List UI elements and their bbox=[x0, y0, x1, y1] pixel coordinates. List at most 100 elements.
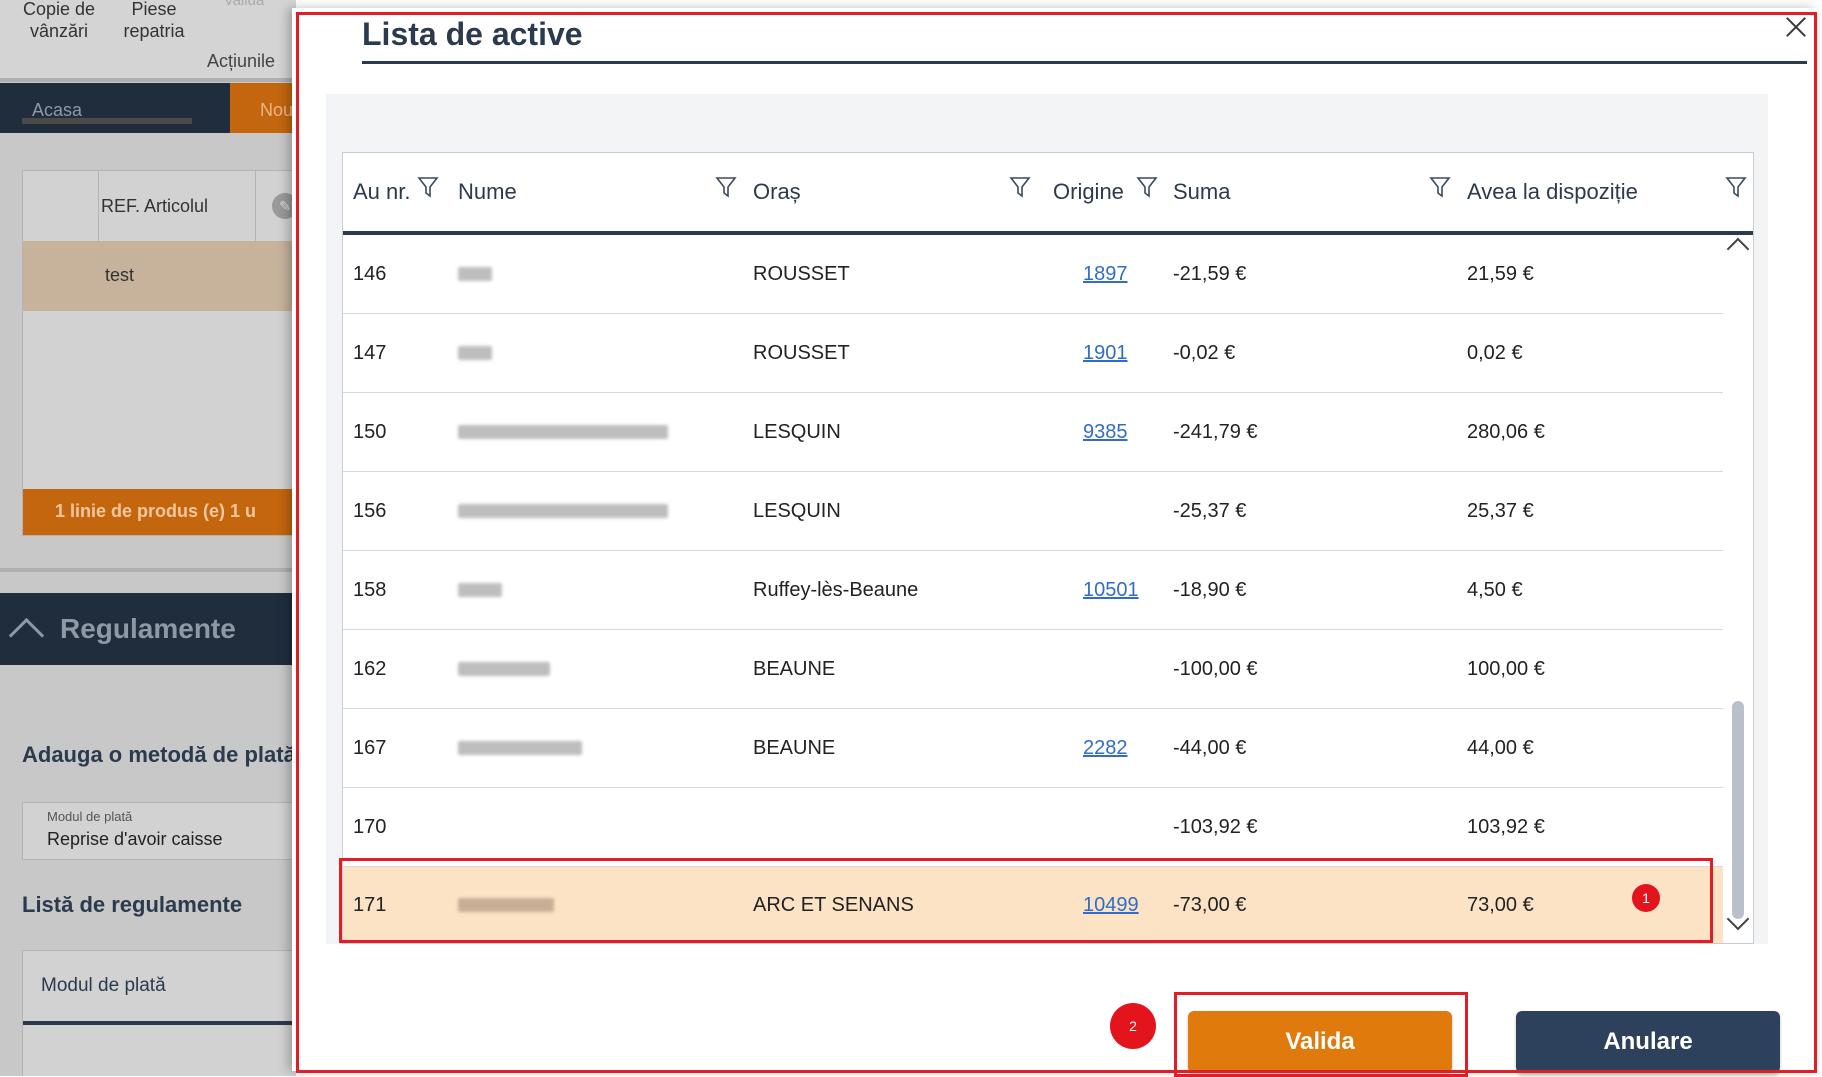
add-payment-method-title: Adauga o metodă de plată bbox=[22, 742, 296, 767]
filter-icon[interactable] bbox=[417, 175, 439, 199]
cell-name-redacted bbox=[458, 551, 502, 629]
cell-city: LESQUIN bbox=[753, 420, 841, 443]
cell-sum: -0,02 € bbox=[1173, 341, 1236, 364]
ref-column-header[interactable]: REF. Articolul bbox=[101, 196, 208, 217]
filter-icon[interactable] bbox=[1429, 175, 1451, 199]
column-header-origine[interactable]: Origine bbox=[1053, 153, 1133, 231]
cell-nr: 171 bbox=[353, 893, 387, 916]
cell-nr: 170 bbox=[353, 815, 387, 838]
column-header-suma-label: Suma bbox=[1173, 179, 1231, 204]
cell-city: BEAUNE bbox=[753, 736, 836, 759]
cell-origin[interactable]: 1897 bbox=[1083, 235, 1128, 313]
cell-nr: 150 bbox=[353, 420, 387, 443]
column-header-origine-label: Origine bbox=[1053, 179, 1124, 204]
column-header-oras[interactable]: Oraș bbox=[753, 153, 953, 231]
anulare-button[interactable]: Anulare bbox=[1516, 1011, 1780, 1073]
cell-origin[interactable]: 1901 bbox=[1083, 314, 1128, 392]
articles-footer: 1 linie de produs (e) 1 u bbox=[23, 489, 296, 535]
chevron-down-icon[interactable] bbox=[1726, 907, 1750, 931]
chevron-up-icon[interactable] bbox=[1726, 237, 1750, 261]
table-row[interactable]: 147 ROUSSET 1901 -0,02 € 0,02 € bbox=[343, 314, 1723, 394]
article-ref-value: test bbox=[105, 265, 135, 285]
nav-tab-new[interactable]: Nou bbox=[230, 83, 296, 133]
origin-link[interactable]: 10499 bbox=[1083, 894, 1139, 917]
grid-scrollbar[interactable] bbox=[1723, 235, 1753, 943]
origin-link[interactable]: 2282 bbox=[1083, 737, 1128, 760]
origin-link[interactable]: 1901 bbox=[1083, 342, 1128, 365]
title-underline bbox=[362, 61, 1807, 64]
cell-city: ROUSSET bbox=[753, 262, 850, 285]
regulations-list-title: Listă de regulamente bbox=[22, 892, 243, 917]
cell-name-redacted bbox=[458, 630, 550, 708]
cell-sum: -100,00 € bbox=[1173, 657, 1258, 680]
nav-bar: Acasa Nou bbox=[0, 83, 296, 133]
cell-origin[interactable]: 10501 bbox=[1083, 551, 1139, 629]
article-row[interactable]: test bbox=[23, 241, 296, 311]
cell-sum: -21,59 € bbox=[1173, 262, 1247, 285]
piese-repatria-button[interactable]: Piese repatria bbox=[114, 0, 194, 42]
table-row[interactable]: 170 -103,92 € 103,92 € bbox=[343, 788, 1723, 868]
toolbar-divider bbox=[0, 78, 296, 82]
cell-origin[interactable]: 2282 bbox=[1083, 709, 1128, 787]
payment-method-column-header[interactable]: Modul de plată bbox=[41, 975, 166, 997]
cell-nr: 156 bbox=[353, 499, 387, 522]
valida-button[interactable]: Valida bbox=[1188, 1011, 1452, 1073]
column-header-suma[interactable]: Suma bbox=[1173, 153, 1373, 231]
cell-available: 100,00 € bbox=[1467, 657, 1545, 680]
table-row[interactable]: 158 Ruffey-lès-Beaune 10501 -18,90 € 4,5… bbox=[343, 551, 1723, 631]
cell-city: Ruffey-lès-Beaune bbox=[753, 578, 919, 601]
assets-list-modal: Lista de active Au nr. Nume Oraș Origine… bbox=[292, 8, 1817, 1073]
origin-link[interactable]: 10501 bbox=[1083, 579, 1139, 602]
table-row[interactable]: 167 BEAUNE 2282 -44,00 € 44,00 € bbox=[343, 709, 1723, 789]
cell-sum: -18,90 € bbox=[1173, 578, 1247, 601]
nav-tab-new-label: Nou bbox=[260, 100, 294, 120]
filter-icon[interactable] bbox=[1136, 175, 1158, 199]
copie-vanzari-button[interactable]: Copie de vânzări bbox=[14, 0, 104, 42]
column-header-oras-label: Oraș bbox=[753, 179, 801, 204]
origin-link[interactable]: 1897 bbox=[1083, 263, 1128, 286]
cell-available: 4,50 € bbox=[1467, 578, 1523, 601]
filter-icon[interactable] bbox=[715, 175, 737, 199]
articles-section-title bbox=[22, 118, 192, 124]
cell-nr: 167 bbox=[353, 736, 387, 759]
column-header-nume[interactable]: Nume bbox=[458, 153, 658, 231]
scrollbar-thumb[interactable] bbox=[1732, 701, 1744, 919]
origin-link[interactable]: 9385 bbox=[1083, 421, 1128, 444]
cell-nr: 158 bbox=[353, 578, 387, 601]
valida-toolbar-button[interactable]: Valida bbox=[214, 0, 274, 12]
regulations-list: Modul de plată bbox=[22, 950, 296, 1076]
cell-available: 25,37 € bbox=[1467, 499, 1534, 522]
filter-icon[interactable] bbox=[1725, 175, 1747, 199]
payment-method-field-label: Modul de plată bbox=[47, 809, 133, 824]
payment-method-field-value: Reprise d'avoir caisse bbox=[47, 829, 223, 849]
cell-name-redacted bbox=[458, 867, 554, 943]
ribbon-toolbar: Copie de vânzări Piese repatria Valida A… bbox=[0, 0, 296, 78]
cell-available: 280,06 € bbox=[1467, 420, 1545, 443]
cell-available: 44,00 € bbox=[1467, 736, 1534, 759]
cell-origin[interactable]: 9385 bbox=[1083, 393, 1128, 471]
cell-origin[interactable]: 10499 bbox=[1083, 867, 1139, 943]
column-header-available[interactable]: Avea la dispoziție bbox=[1467, 153, 1687, 231]
grid-body: 146 ROUSSET 1897 -21,59 € 21,59 € 147 RO… bbox=[343, 235, 1723, 943]
cell-name-redacted bbox=[458, 393, 668, 471]
cell-city: BEAUNE bbox=[753, 657, 836, 680]
cell-sum: -25,37 € bbox=[1173, 499, 1247, 522]
table-row[interactable]: 162 BEAUNE -100,00 € 100,00 € bbox=[343, 630, 1723, 710]
background-app: Copie de vânzări Piese repatria Valida A… bbox=[0, 0, 296, 1076]
table-row[interactable]: 146 ROUSSET 1897 -21,59 € 21,59 € bbox=[343, 235, 1723, 315]
cell-city: LESQUIN bbox=[753, 499, 841, 522]
payment-method-field[interactable]: Modul de plată Reprise d'avoir caisse bbox=[22, 802, 296, 860]
cell-nr: 162 bbox=[353, 657, 387, 680]
articles-grid: REF. Articolul ✎ test 1 linie de produs … bbox=[22, 170, 296, 536]
table-row[interactable]: 150 LESQUIN 9385 -241,79 € 280,06 € bbox=[343, 393, 1723, 473]
chevron-up-icon bbox=[8, 617, 45, 654]
table-row[interactable]: 156 LESQUIN -25,37 € 25,37 € bbox=[343, 472, 1723, 552]
cell-available: 103,92 € bbox=[1467, 815, 1545, 838]
actions-group-label: Acțiunile bbox=[207, 51, 276, 71]
section-divider bbox=[0, 568, 296, 572]
regulamente-header[interactable]: Regulamente bbox=[0, 593, 296, 665]
cell-available: 73,00 € bbox=[1467, 893, 1534, 916]
table-row-selected[interactable]: 171 ARC ET SENANS 10499 -73,00 € 73,00 € bbox=[343, 867, 1723, 943]
filter-icon[interactable] bbox=[1009, 175, 1031, 199]
close-icon[interactable] bbox=[1777, 8, 1817, 48]
